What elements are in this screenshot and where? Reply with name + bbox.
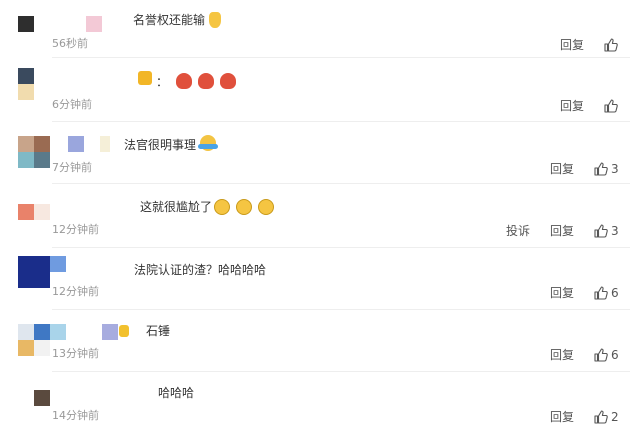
comment-item: 石锤 13分钟前 回复 6 — [0, 310, 636, 372]
like-button[interactable] — [604, 98, 621, 114]
username-mosaic[interactable] — [68, 136, 84, 152]
like-count: 3 — [611, 162, 619, 176]
reply-button[interactable]: 回复 — [550, 409, 574, 425]
username-mosaic[interactable] — [86, 16, 102, 32]
comment-time: 7分钟前 — [52, 161, 92, 174]
comment-text: 名誉权还能输 — [133, 13, 206, 27]
like-button[interactable]: 3 — [594, 161, 619, 177]
reply-button[interactable]: 回复 — [550, 223, 574, 239]
reply-button[interactable]: 回复 — [560, 37, 584, 53]
crab-emoji — [198, 73, 214, 89]
thumbs-up-icon — [594, 162, 608, 176]
comment-text: 石锤 — [146, 324, 171, 338]
thumbs-up-icon — [594, 224, 608, 238]
sweat-emoji — [198, 135, 218, 151]
comment-time: 14分钟前 — [52, 409, 99, 422]
laugh-emoji — [236, 199, 252, 215]
like-button[interactable]: 6 — [594, 347, 619, 363]
thumbs-up-icon — [594, 410, 608, 424]
reply-button[interactable]: 回复 — [550, 285, 574, 301]
report-button[interactable]: 投诉 — [506, 223, 530, 239]
v-badge-icon — [119, 325, 129, 337]
comment-item: 这就很尴尬了 12分钟前 投诉 回复 3 — [0, 184, 636, 248]
like-button[interactable]: 3 — [594, 223, 619, 239]
comment-text: ： — [156, 75, 169, 89]
comment-time: 6分钟前 — [52, 98, 92, 111]
like-count: 6 — [611, 348, 619, 362]
comment-time: 12分钟前 — [52, 285, 99, 298]
laugh-emoji — [214, 199, 230, 215]
comment-text: 这就很尴尬了 — [140, 200, 213, 214]
reply-button[interactable]: 回复 — [560, 98, 584, 114]
like-button[interactable]: 6 — [594, 285, 619, 301]
thumbs-up-icon — [594, 348, 608, 362]
comment-text: 哈哈哈 — [158, 386, 195, 400]
v-badge-icon — [138, 71, 152, 85]
thumbs-up-emoji — [209, 12, 221, 28]
like-button[interactable] — [604, 37, 621, 53]
comment-item: 法院认证的渣？哈哈哈哈 12分钟前 回复 6 — [0, 248, 636, 310]
comment-time: 13分钟前 — [52, 347, 99, 360]
thumbs-up-icon — [604, 99, 618, 113]
username-mosaic[interactable] — [102, 324, 118, 340]
comment-text: 法院认证的渣？哈哈哈哈 — [134, 263, 267, 277]
comment-text: 法官很明事理 — [124, 138, 197, 152]
like-count: 6 — [611, 286, 619, 300]
thumbs-up-icon — [604, 38, 618, 52]
like-button[interactable]: 2 — [594, 409, 619, 425]
comment-time: 56秒前 — [52, 37, 88, 50]
comment-item: ： 6分钟前 回复 — [0, 58, 636, 122]
reply-button[interactable]: 回复 — [550, 161, 574, 177]
reply-button[interactable]: 回复 — [550, 347, 574, 363]
crab-emoji — [176, 73, 192, 89]
crab-emoji — [220, 73, 236, 89]
username-mosaic — [100, 136, 110, 152]
thumbs-up-icon — [594, 286, 608, 300]
laugh-emoji — [258, 199, 274, 215]
like-count: 2 — [611, 410, 619, 424]
comment-time: 12分钟前 — [52, 223, 99, 236]
comment-item: 哈哈哈 14分钟前 回复 2 — [0, 372, 636, 427]
like-count: 3 — [611, 224, 619, 238]
comment-item: 法官很明事理 7分钟前 回复 3 — [0, 122, 636, 184]
comment-item: 名誉权还能输 56秒前 回复 — [0, 0, 636, 58]
